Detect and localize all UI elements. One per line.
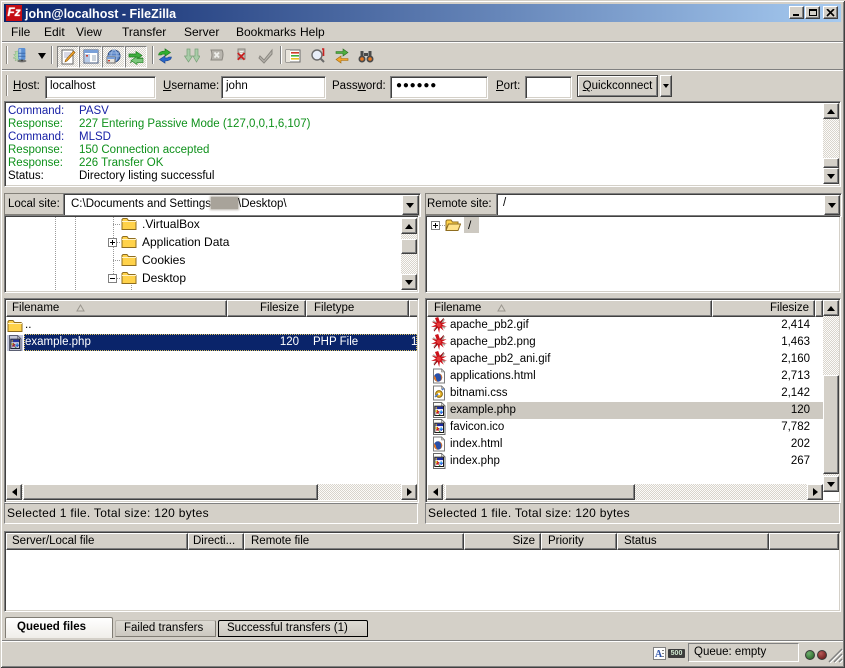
svg-text:A: A xyxy=(655,649,663,660)
